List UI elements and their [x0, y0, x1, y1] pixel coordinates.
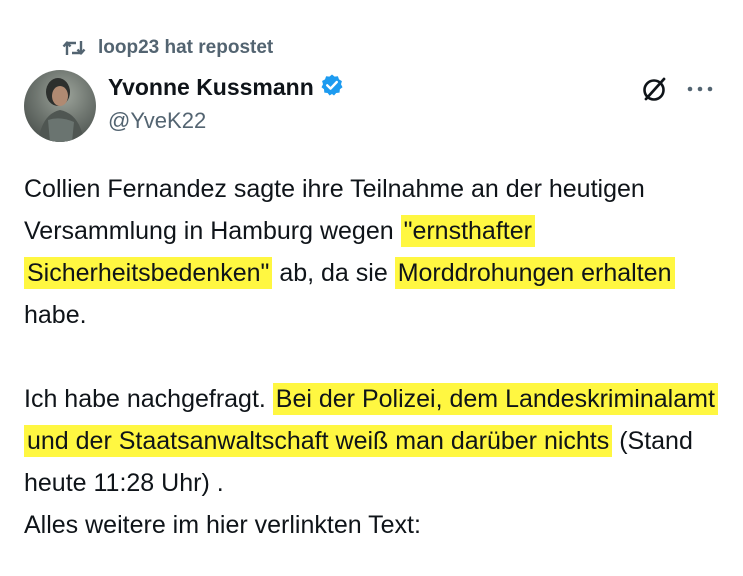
text-segment: Alles weitere im hier verlinkten Text:	[24, 511, 421, 539]
avatar[interactable]	[24, 70, 96, 142]
more-icon[interactable]	[682, 74, 718, 104]
text-segment: Ich habe nachgefragt.	[24, 385, 273, 413]
repost-indicator[interactable]: loop23 hat repostet	[62, 36, 273, 60]
tweet-paragraph-2: Ich habe nachgefragt. Bei der Polizei, d…	[24, 378, 724, 546]
repost-icon	[62, 37, 86, 59]
author-name[interactable]: Yvonne Kussmann	[108, 74, 314, 101]
highlighted-text: Morddrohungen erhalten	[394, 257, 675, 289]
text-segment: ab, da sie	[272, 259, 395, 287]
tweet-text: Collien Fernandez sagte ihre Teilnahme a…	[24, 168, 724, 546]
verified-badge-icon	[320, 73, 344, 102]
grok-icon[interactable]	[640, 74, 670, 104]
repost-label[interactable]: loop23 hat repostet	[98, 37, 273, 59]
author-handle[interactable]: @YveK22	[108, 108, 206, 134]
text-segment: Collien Fernandez sagte ihre Teilnahme a…	[24, 175, 645, 245]
tweet-paragraph-1: Collien Fernandez sagte ihre Teilnahme a…	[24, 168, 724, 336]
text-segment: habe.	[24, 301, 87, 329]
author-name-row[interactable]: Yvonne Kussmann	[108, 72, 344, 102]
